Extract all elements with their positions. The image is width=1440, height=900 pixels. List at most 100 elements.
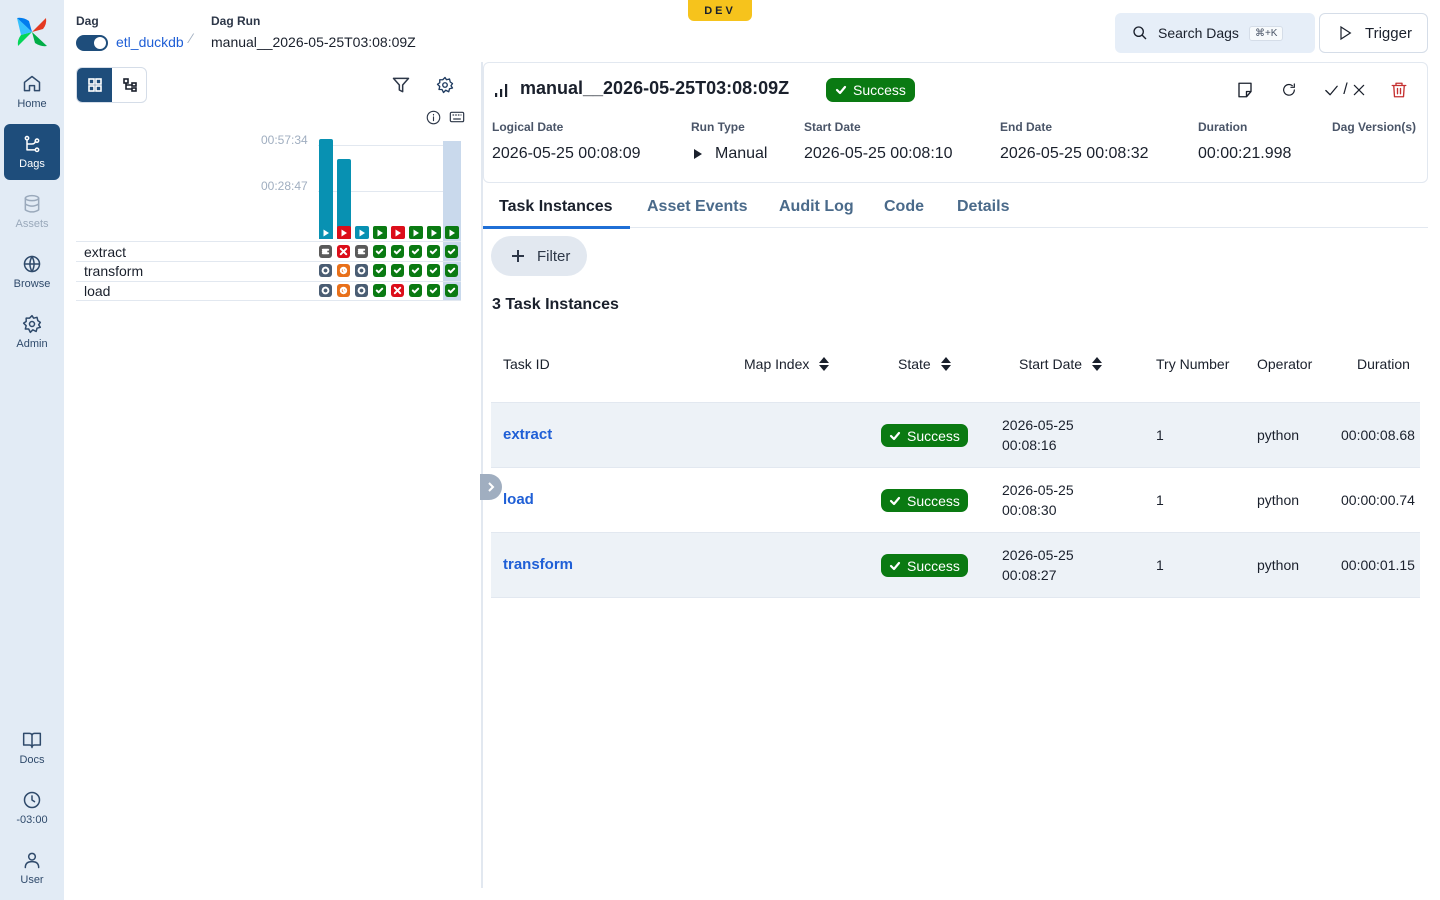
run-state-marker[interactable] [319, 226, 333, 239]
task-state-cell[interactable] [337, 245, 350, 258]
grid-task-name[interactable]: transform [84, 263, 143, 279]
column-try-number[interactable]: Try Number [1156, 356, 1229, 372]
tab-task-instances[interactable]: Task Instances [499, 198, 613, 216]
keyboard-shortcuts-button[interactable] [448, 108, 466, 126]
mark-run-as-button[interactable]: / [1316, 78, 1374, 102]
up-for-retry-icon [339, 286, 348, 295]
clear-run-button[interactable] [1277, 78, 1301, 102]
meta-duration-label: Duration [1198, 120, 1248, 134]
column-map-index[interactable]: Map Index [744, 356, 830, 372]
task-state-cell[interactable] [409, 264, 422, 277]
run-state-marker[interactable] [445, 226, 459, 239]
run-state-marker[interactable] [355, 226, 369, 239]
dag-pause-toggle[interactable] [76, 35, 108, 51]
task-duration: 00:00:01.15 [1341, 557, 1415, 573]
task-operator: python [1257, 427, 1300, 443]
task-state-cell[interactable] [427, 245, 440, 258]
task-state-cell[interactable] [409, 245, 422, 258]
add-note-button[interactable] [1233, 78, 1257, 102]
trigger-button[interactable]: Trigger [1319, 13, 1428, 53]
task-start-date-day: 2026-05-25 [1002, 417, 1074, 433]
grid-settings-button[interactable] [433, 73, 457, 97]
nav-admin-label: Admin [16, 338, 48, 350]
task-state-cell[interactable] [445, 264, 458, 277]
run-state-marker[interactable] [427, 226, 441, 239]
task-state-cell[interactable] [355, 264, 368, 277]
filter-grid-button[interactable] [389, 73, 413, 97]
task-state-cell[interactable] [319, 264, 332, 277]
task-duration: 00:00:08.68 [1341, 427, 1415, 443]
meta-run-type-value: Manual [715, 145, 768, 162]
delete-run-button[interactable] [1387, 78, 1411, 102]
airflow-logo[interactable] [15, 15, 49, 49]
tab-details[interactable]: Details [957, 198, 1009, 216]
task-state-cell[interactable] [373, 284, 386, 297]
task-state-cell[interactable] [355, 245, 368, 258]
nav-home[interactable]: Home [4, 64, 60, 120]
nav-timezone[interactable]: -03:00 [4, 780, 60, 836]
task-state-cell[interactable] [445, 284, 458, 297]
task-state-cell[interactable] [427, 264, 440, 277]
nav-assets[interactable]: Assets [4, 184, 60, 240]
column-task-id[interactable]: Task ID [503, 356, 550, 372]
task-state-cell[interactable] [373, 245, 386, 258]
table-bottom-border [491, 597, 1420, 598]
nav-assets-label: Assets [15, 218, 49, 230]
tab-code[interactable]: Code [884, 198, 924, 216]
task-state-cell[interactable] [409, 284, 422, 297]
task-try-number: 1 [1156, 427, 1164, 443]
task-state-cell[interactable] [337, 264, 350, 277]
task-id-link[interactable]: extract [503, 426, 552, 443]
task-state-cell[interactable] [391, 284, 404, 297]
task-id-link[interactable]: load [503, 491, 534, 508]
task-state-cell[interactable] [319, 245, 332, 258]
run-state-marker[interactable] [409, 226, 423, 239]
task-duration: 00:00:00.74 [1341, 492, 1415, 508]
task-state-cell[interactable] [391, 245, 404, 258]
grid-task-name[interactable]: load [84, 283, 110, 299]
graph-view-button[interactable] [112, 68, 146, 102]
task-state-cell[interactable] [427, 284, 440, 297]
task-state-label: Success [907, 427, 960, 444]
column-state[interactable]: State [898, 356, 952, 372]
run-duration-bar[interactable] [319, 139, 333, 239]
play-icon [359, 229, 365, 236]
breadcrumb-dag-link[interactable]: etl_duckdb [116, 34, 184, 50]
task-state-cell[interactable] [319, 284, 332, 297]
gear-icon [436, 76, 454, 94]
nav-user[interactable]: User [4, 840, 60, 896]
task-operator: python [1257, 492, 1300, 508]
add-filter-button[interactable]: Filter [491, 236, 587, 276]
task-start-date-time: 00:08:16 [1002, 437, 1057, 453]
signal-icon [495, 84, 508, 97]
search-dags-button[interactable]: Search Dags ⌘+K [1115, 13, 1315, 53]
row-divider [76, 281, 461, 282]
nav-dags[interactable]: Dags [4, 124, 60, 180]
run-state-marker[interactable] [391, 226, 405, 239]
column-duration[interactable]: Duration [1357, 356, 1410, 372]
task-state-cell[interactable] [445, 245, 458, 258]
task-state-cell[interactable] [391, 264, 404, 277]
trigger-label: Trigger [1365, 24, 1412, 42]
nav-browse[interactable]: Browse [4, 244, 60, 300]
column-start-date[interactable]: Start Date [1019, 356, 1103, 372]
nav-docs[interactable]: Docs [4, 720, 60, 776]
check-icon [1325, 85, 1339, 95]
task-start-date-day: 2026-05-25 [1002, 547, 1074, 563]
tab-audit-log[interactable]: Audit Log [779, 198, 854, 216]
column-operator[interactable]: Operator [1257, 356, 1312, 372]
grid-task-name[interactable]: extract [84, 244, 126, 260]
task-state-cell[interactable] [355, 284, 368, 297]
task-id-link[interactable]: transform [503, 556, 573, 573]
meta-run-type-label: Run Type [691, 120, 745, 134]
grid-view-button[interactable] [77, 68, 112, 102]
run-state-marker[interactable] [373, 226, 387, 239]
row-divider [76, 300, 461, 301]
task-state-cell[interactable] [337, 284, 350, 297]
nav-home-label: Home [17, 98, 47, 110]
task-state-cell[interactable] [373, 264, 386, 277]
nav-admin[interactable]: Admin [4, 304, 60, 360]
info-button[interactable] [424, 108, 442, 126]
run-state-marker[interactable] [337, 226, 351, 239]
tab-asset-events[interactable]: Asset Events [647, 198, 748, 216]
